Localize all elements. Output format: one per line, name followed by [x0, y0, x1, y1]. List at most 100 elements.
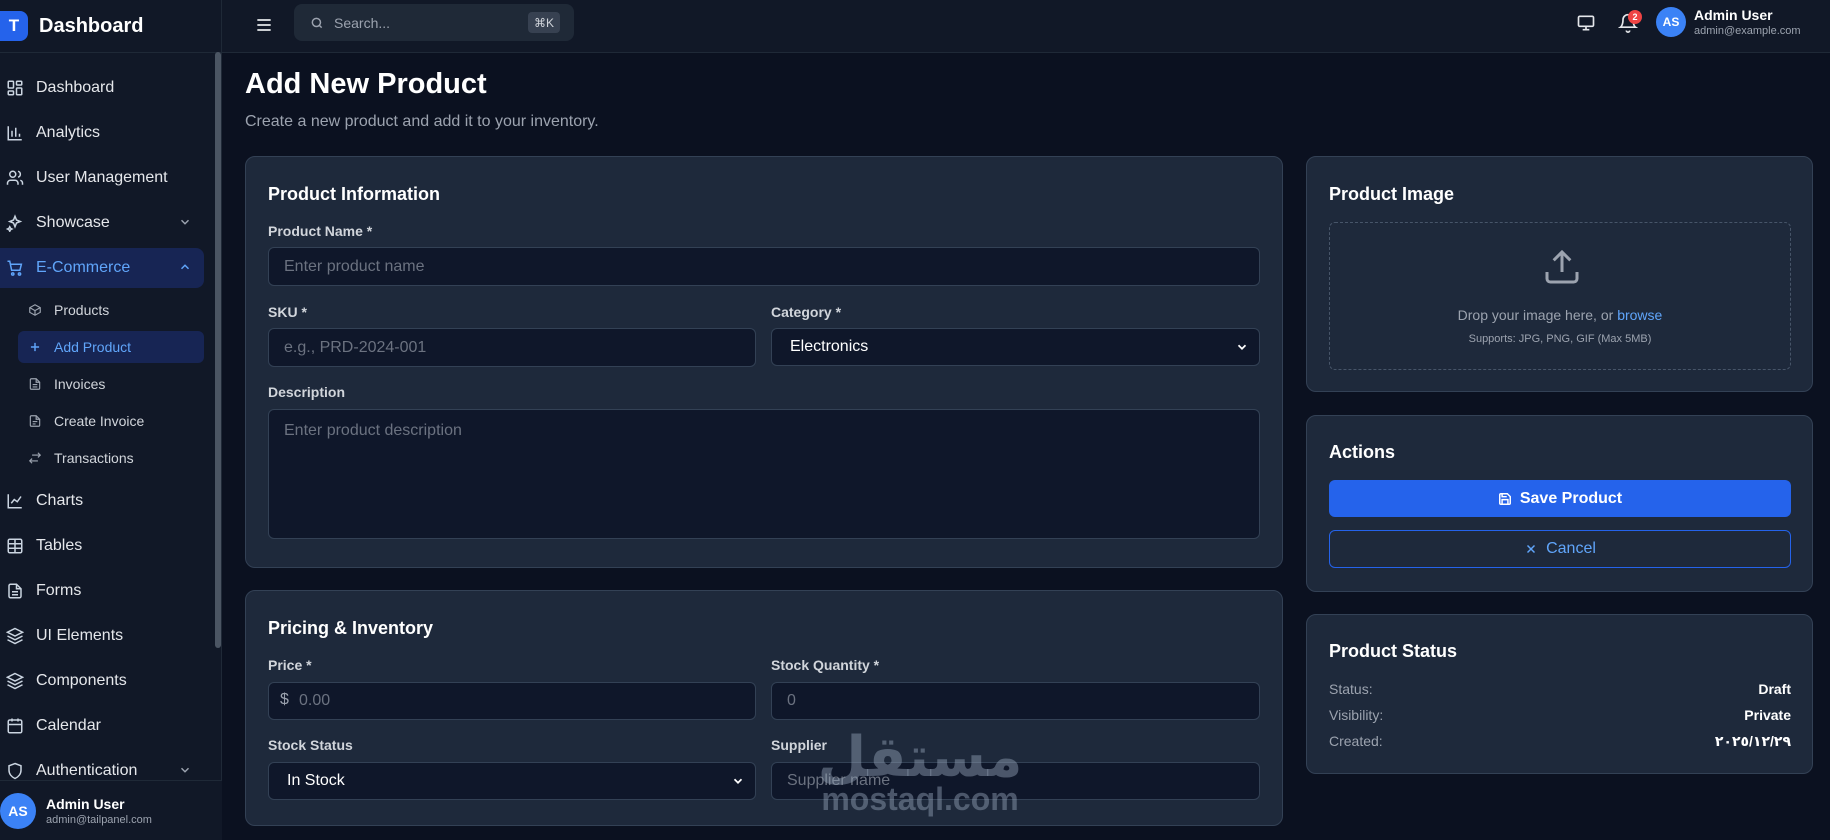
category-select[interactable]: Electronics	[771, 328, 1260, 366]
stock-status-value: In Stock	[287, 772, 345, 789]
sidebar-item-tables[interactable]: Tables	[0, 526, 204, 566]
sidebar-item-components[interactable]: Components	[0, 661, 204, 701]
sidebar-subitem-transactions[interactable]: Transactions	[18, 442, 204, 474]
sidebar-subitem-products[interactable]: Products	[18, 294, 204, 326]
topbar-user-name: Admin User	[1694, 7, 1773, 23]
plus-icon	[28, 340, 42, 354]
sidebar-subitem-label: Invoices	[54, 376, 106, 392]
sidebar-item-label: Calendar	[36, 717, 101, 734]
stock-quantity-label: Stock Quantity *	[771, 657, 880, 673]
sidebar-item-analytics[interactable]: Analytics	[0, 113, 204, 153]
save-icon	[1498, 492, 1512, 506]
sidebar-item-authentication[interactable]: Authentication	[0, 751, 204, 780]
status-value: Draft	[1758, 681, 1791, 697]
browse-link[interactable]: browse	[1617, 307, 1662, 323]
pricing-card: Pricing & Inventory Price * $ Stock Quan…	[245, 590, 1283, 826]
product-info-card: Product Information Product Name * SKU *…	[245, 156, 1283, 568]
sidebar-nav: Dashboard Analytics User Management Show…	[0, 54, 212, 780]
file-icon	[6, 582, 24, 600]
actions-card: Actions Save Product Cancel	[1306, 415, 1813, 592]
currency-prefix: $	[280, 691, 289, 708]
sidebar-subitem-label: Add Product	[54, 339, 132, 355]
page-title: Add New Product	[245, 68, 487, 100]
sidebar-subitem-add-product[interactable]: Add Product	[18, 331, 204, 363]
product-name-label: Product Name *	[268, 223, 373, 239]
sidebar-item-label: Authentication	[36, 762, 138, 779]
sidebar-item-showcase[interactable]: Showcase	[0, 203, 204, 243]
brand[interactable]: T Dashboard	[0, 0, 221, 53]
users-icon	[6, 169, 24, 187]
stock-status-select[interactable]: In Stock	[268, 762, 756, 800]
save-product-button[interactable]: Save Product	[1329, 480, 1791, 517]
status-row: Status: Draft	[1329, 681, 1791, 697]
menu-icon[interactable]	[254, 15, 274, 35]
sidebar-subitem-invoices[interactable]: Invoices	[18, 368, 204, 400]
visibility-row: Visibility: Private	[1329, 707, 1791, 723]
sidebar-user-email: admin@tailpanel.com	[46, 813, 152, 826]
sidebar-scrollbar[interactable]	[215, 52, 221, 648]
stock-quantity-input[interactable]	[771, 682, 1260, 720]
bar-chart-icon	[6, 124, 24, 142]
drop-instructions: Drop your image here, or	[1457, 307, 1614, 323]
cancel-button[interactable]: Cancel	[1329, 530, 1791, 568]
visibility-key: Visibility:	[1329, 707, 1384, 723]
file-plus-icon	[28, 414, 42, 428]
box-icon	[28, 303, 42, 317]
sidebar-subitem-label: Products	[54, 302, 110, 318]
description-textarea[interactable]	[268, 409, 1260, 539]
created-row: Created: ٢٠٢٥/١٢/٢٩	[1329, 733, 1791, 750]
created-key: Created:	[1329, 733, 1383, 749]
avatar: AS	[0, 792, 36, 829]
product-name-input[interactable]	[268, 247, 1260, 286]
sidebar-item-charts[interactable]: Charts	[0, 481, 204, 521]
layers-icon	[6, 672, 24, 690]
sparkles-icon	[6, 214, 24, 232]
layers-icon	[6, 627, 24, 645]
price-input[interactable]	[268, 682, 756, 720]
sidebar-item-label: Forms	[36, 582, 82, 599]
notification-badge: 2	[1628, 10, 1642, 24]
sidebar-item-label: Components	[36, 672, 127, 689]
close-icon	[1524, 542, 1538, 556]
swap-icon	[28, 451, 42, 465]
chevron-down-icon	[1235, 340, 1249, 354]
category-label: Category *	[771, 304, 842, 320]
sidebar-item-calendar[interactable]: Calendar	[0, 706, 204, 746]
image-dropzone[interactable]: Drop your image here, or browse Supports…	[1329, 222, 1791, 370]
search-input[interactable]	[334, 14, 514, 31]
cart-icon	[6, 259, 24, 277]
topbar-user[interactable]: AS Admin User admin@example.com	[1656, 7, 1801, 37]
file-icon	[28, 377, 42, 391]
save-label: Save Product	[1519, 489, 1623, 507]
sidebar-user[interactable]: AS Admin User admin@tailpanel.com	[0, 780, 222, 840]
topbar: ⌘K 2 AS Admin User admin@example.com	[222, 0, 1830, 53]
monitor-icon[interactable]	[1576, 13, 1596, 33]
search-box[interactable]: ⌘K	[294, 4, 574, 41]
sku-input[interactable]	[268, 328, 756, 367]
stock-status-label: Stock Status	[268, 737, 353, 753]
chevron-up-icon	[178, 260, 192, 274]
calendar-icon	[6, 717, 24, 735]
supplier-input[interactable]	[771, 762, 1260, 800]
chevron-down-icon	[731, 774, 745, 788]
sidebar-subitem-label: Transactions	[54, 450, 134, 466]
sidebar-item-user-management[interactable]: User Management	[0, 158, 204, 198]
sidebar-item-forms[interactable]: Forms	[0, 571, 204, 611]
sidebar-item-label: Showcase	[36, 214, 110, 231]
dropzone-hint: Supports: JPG, PNG, GIF (Max 5MB)	[1468, 333, 1652, 345]
sidebar-item-label: Dashboard	[36, 79, 115, 96]
category-value: Electronics	[790, 338, 869, 355]
product-status-card: Product Status Status: Draft Visibility:…	[1306, 614, 1813, 774]
sidebar-item-ui-elements[interactable]: UI Elements	[0, 616, 204, 656]
sidebar-item-label: E-Commerce	[36, 259, 131, 276]
sidebar-item-dashboard[interactable]: Dashboard	[0, 68, 204, 108]
grid-icon	[6, 79, 24, 97]
visibility-value: Private	[1744, 707, 1791, 723]
sidebar-item-ecommerce[interactable]: E-Commerce	[0, 248, 204, 288]
sidebar-subitem-create-invoice[interactable]: Create Invoice	[18, 405, 204, 437]
sidebar-item-label: UI Elements	[36, 627, 124, 644]
card-title: Product Status	[1329, 641, 1458, 661]
sidebar-item-label: Tables	[36, 537, 83, 554]
card-title: Product Information	[268, 184, 440, 204]
app-root: T Dashboard Dashboard Analytics User Man…	[0, 0, 1830, 840]
